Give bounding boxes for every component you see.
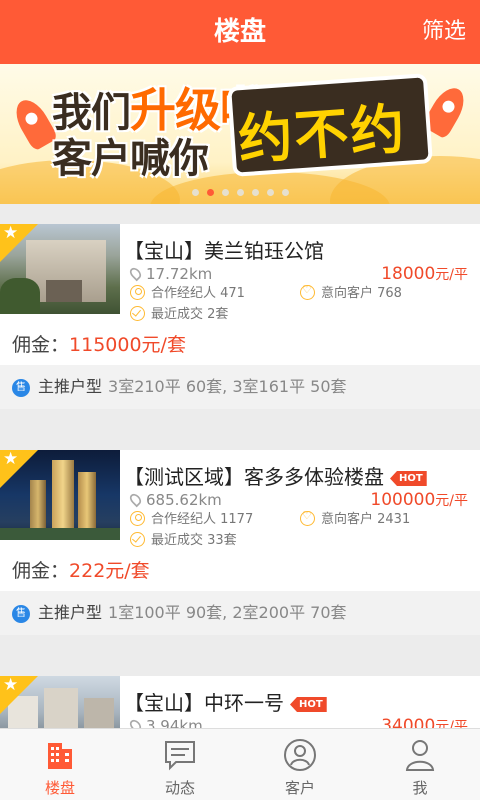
main-type-label: 主推户型: [38, 603, 103, 622]
tab-activity[interactable]: 动态: [120, 729, 240, 800]
tab-clients[interactable]: 客户: [240, 729, 360, 800]
listing-card[interactable]: ★ 【测试区域】客多多体验楼盘 HOT 685.62km 100000元/平 合作…: [0, 450, 480, 635]
carousel-dot-active[interactable]: [206, 189, 214, 196]
property-photo: ★: [0, 224, 120, 314]
listing-card[interactable]: ★ 【宝山】中环一号 HOT 3.94km 34000元/平: [0, 676, 480, 736]
trees-shape: [0, 278, 40, 314]
listing-price: 18000元/平: [381, 264, 468, 284]
clients-count: 意向客户 768: [300, 282, 402, 301]
message-icon: [165, 741, 195, 771]
listing-distance: 17.72km: [127, 265, 212, 283]
tower-shape: [78, 472, 96, 532]
building-icon: [48, 743, 72, 769]
main-unit-types: 售主推户型 1室100平 90套, 2室200平 70套: [0, 591, 480, 635]
tab-buildings[interactable]: 楼盘: [0, 729, 120, 800]
top-bar: 楼盘 筛选: [0, 0, 480, 64]
recent-deals: 最近成交 33套: [130, 529, 237, 548]
page-title: 楼盘: [213, 17, 266, 47]
star-icon: ★: [3, 224, 19, 243]
carousel-indicator: [0, 189, 480, 196]
tab-label: 客户: [284, 779, 315, 797]
commission: 佣金：222元/套: [12, 560, 150, 582]
banner-headline-line2: 客户喊你: [52, 136, 209, 182]
filter-button[interactable]: 筛选: [422, 0, 466, 64]
recent-deals: 最近成交 2套: [130, 303, 228, 322]
location-pin-icon: [127, 265, 144, 282]
main-type-label: 主推户型: [38, 377, 103, 396]
carousel-dot[interactable]: [221, 189, 229, 196]
gate-shape: [46, 280, 82, 302]
location-pin-icon: [127, 491, 144, 508]
listing-name: 【测试区域】客多多体验楼盘 HOT: [124, 461, 427, 490]
sale-badge-icon: 售: [12, 379, 30, 397]
heart-icon: [300, 509, 315, 526]
tower-shape: [52, 460, 74, 532]
main-unit-types: 售主推户型 3室210平 60套, 3室161平 50套: [0, 365, 480, 409]
property-photo: ★: [0, 676, 120, 736]
agent-icon: [130, 511, 145, 526]
rocket-icon: [421, 82, 471, 140]
listing-card[interactable]: ★ 【宝山】美兰铂珏公馆 17.72km 18000元/平 合作经纪人 471 …: [0, 224, 480, 409]
listing-distance: 685.62km: [127, 491, 222, 509]
tab-label: 动态: [164, 779, 195, 797]
main-type-values: 1室100平 90套, 2室200平 70套: [108, 603, 347, 622]
star-icon: ★: [3, 676, 19, 695]
check-icon: [130, 532, 145, 547]
listing-name: 【宝山】中环一号 HOT: [124, 687, 327, 716]
person-icon: [405, 740, 435, 771]
carousel-dot[interactable]: [251, 189, 259, 196]
carousel-dot[interactable]: [266, 189, 274, 196]
agent-icon: [130, 285, 145, 300]
bottom-tab-bar: 楼盘 动态 客户 我: [0, 728, 480, 800]
listing-name: 【宝山】美兰铂珏公馆: [124, 239, 324, 263]
banner-callout-text: 约不约: [236, 97, 409, 172]
clients-count: 意向客户 2431: [300, 508, 410, 527]
star-icon: ★: [3, 450, 19, 469]
main-type-values: 3室210平 60套, 3室161平 50套: [108, 377, 347, 396]
tab-me[interactable]: 我: [360, 729, 480, 800]
tab-label: 楼盘: [44, 779, 75, 797]
carousel-dot[interactable]: [236, 189, 244, 196]
hot-badge: HOT: [290, 697, 327, 712]
commission: 佣金：115000元/套: [12, 334, 186, 356]
property-photo: ★: [0, 450, 120, 540]
ground-shape: [0, 528, 120, 540]
listing-price: 100000元/平: [370, 490, 468, 510]
app-screen: 楼盘 筛选 我们升级啦 客户喊你 约不约 ★ 【宝山】美兰铂珏公馆 17.72k…: [0, 0, 480, 800]
tab-label: 我: [412, 779, 428, 797]
agents-count: 合作经纪人 471: [130, 282, 245, 301]
sale-badge-icon: 售: [12, 605, 30, 623]
check-icon: [130, 306, 145, 321]
hot-badge: HOT: [390, 471, 427, 486]
carousel-dot[interactable]: [191, 189, 199, 196]
heart-icon: [300, 283, 315, 300]
person-circle-icon: [284, 739, 316, 771]
carousel-dot[interactable]: [281, 189, 289, 196]
promo-banner[interactable]: 我们升级啦 客户喊你 约不约: [0, 64, 480, 204]
agents-count: 合作经纪人 1177: [130, 508, 253, 527]
